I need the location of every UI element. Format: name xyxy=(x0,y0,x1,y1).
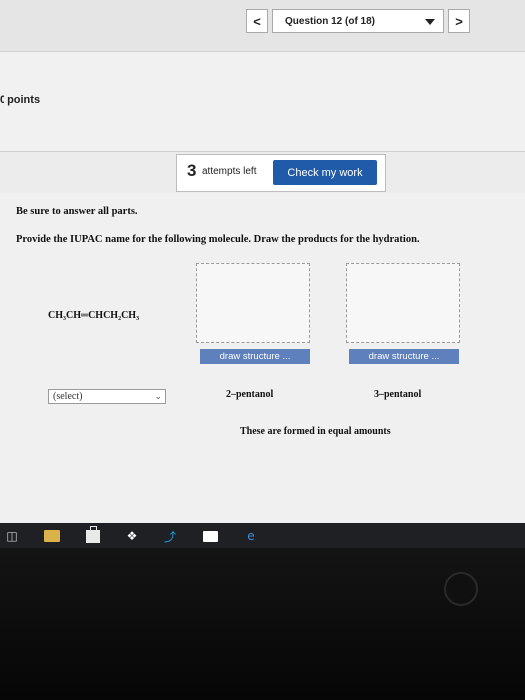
draw-structure-button-1[interactable]: draw structure ... xyxy=(200,349,310,364)
question-selector-label: Question 12 (of 18) xyxy=(285,15,376,27)
products-note: These are formed in equal amounts xyxy=(240,426,391,437)
browser-screen: < Question 12 (of 18) > 0 points 3 attem… xyxy=(0,0,525,548)
hp-logo-icon xyxy=(444,572,478,606)
question-navigation-bar: < Question 12 (of 18) > xyxy=(0,0,525,52)
bolt-icon[interactable]: ⤴ xyxy=(163,529,177,544)
attempts-bar: 3 attempts left Check my work xyxy=(176,154,386,192)
points-section: 0 points xyxy=(0,52,525,152)
draw-structure-button-2[interactable]: draw structure ... xyxy=(349,349,459,364)
instruction-text: Be sure to answer all parts. xyxy=(16,206,138,217)
points-label: 0 points xyxy=(0,94,41,106)
attempts-label: attempts left xyxy=(202,166,257,177)
iupac-name-select[interactable]: (select) ⌄ xyxy=(48,389,166,404)
store-icon[interactable] xyxy=(85,525,101,543)
taskbar: ◫ ❖ ⤴ e xyxy=(0,523,525,548)
task-view-icon[interactable]: ◫ xyxy=(4,529,20,543)
previous-question-button[interactable]: < xyxy=(246,9,268,33)
chevron-down-icon: ⌄ xyxy=(154,391,162,401)
attempts-count: 3 xyxy=(187,161,197,180)
molecule-formula: CH₃CH═CHCH₂CH₃ xyxy=(48,310,140,321)
question-selector[interactable]: Question 12 (of 18) xyxy=(272,9,444,33)
mail-icon[interactable] xyxy=(202,529,218,543)
file-explorer-icon[interactable] xyxy=(43,529,61,543)
chevron-down-icon xyxy=(425,19,435,25)
check-my-work-button[interactable]: Check my work xyxy=(273,160,377,185)
question-content: Be sure to answer all parts. Provide the… xyxy=(0,193,525,523)
laptop-bezel xyxy=(0,548,525,700)
next-question-button[interactable]: > xyxy=(448,9,470,33)
select-value: (select) xyxy=(53,391,83,402)
dropbox-icon[interactable]: ❖ xyxy=(123,529,141,543)
product-label-2: 3–pentanol xyxy=(374,389,422,400)
question-prompt: Provide the IUPAC name for the following… xyxy=(16,234,420,245)
edge-icon[interactable]: e xyxy=(242,529,260,543)
structure-drawing-area-2[interactable] xyxy=(346,263,460,343)
structure-drawing-area-1[interactable] xyxy=(196,263,310,343)
product-label-1: 2–pentanol xyxy=(226,389,274,400)
